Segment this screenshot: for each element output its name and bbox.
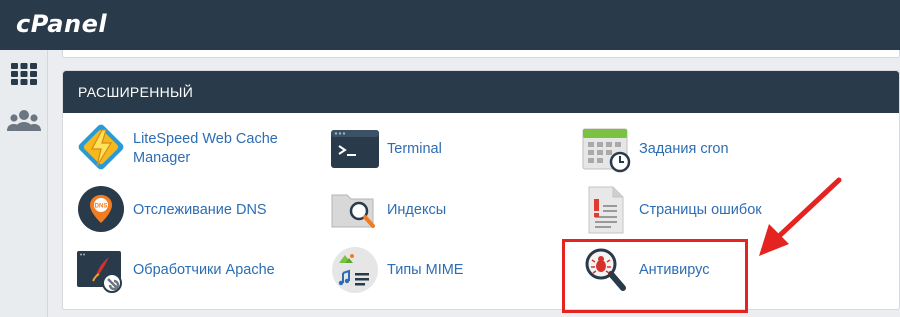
users-icon[interactable] (6, 104, 42, 140)
cron-calendar-icon (582, 128, 631, 173)
item-label: Страницы ошибок (639, 201, 762, 218)
annotation-highlight-box (562, 239, 748, 313)
item-litespeed[interactable]: LiteSpeed Web Cache Manager (75, 121, 325, 177)
litespeed-icon (78, 124, 124, 170)
item-cron[interactable]: Задания cron (581, 121, 831, 177)
item-label: Отслеживание DNS (133, 201, 267, 218)
annotation-arrow (759, 177, 842, 256)
item-mime-types[interactable]: Типы MIME (329, 242, 579, 298)
section-header[interactable]: РАСШИРЕННЫЙ (63, 71, 899, 113)
folder-search-icon (331, 194, 375, 228)
grid-icon[interactable] (6, 56, 42, 92)
previous-section-card (62, 50, 900, 58)
mime-types-icon (332, 247, 378, 293)
dns-pin-icon: DNS (78, 186, 124, 232)
error-page-icon (588, 186, 624, 234)
svg-text:DNS: DNS (95, 204, 108, 210)
item-apache-handlers[interactable]: Обработчики Apache (75, 242, 325, 298)
item-label: Задания cron (639, 140, 729, 157)
item-label: Индексы (387, 201, 447, 218)
item-terminal[interactable]: Terminal (329, 121, 579, 177)
item-label: Terminal (387, 140, 442, 157)
apache-handlers-icon (77, 251, 122, 293)
item-label: LiteSpeed Web Cache Manager (133, 131, 278, 166)
item-dns-tracking[interactable]: DNS Отслеживание DNS (75, 182, 325, 238)
item-label: Обработчики Apache (133, 261, 275, 278)
cpanel-logo[interactable]: cPanel (16, 10, 107, 38)
item-label: Типы MIME (387, 261, 464, 278)
sidebar (0, 50, 48, 317)
top-bar: cPanel (0, 0, 900, 50)
item-indexes[interactable]: Индексы (329, 182, 579, 238)
section-title: РАСШИРЕННЫЙ (78, 84, 194, 100)
terminal-icon (331, 130, 379, 168)
